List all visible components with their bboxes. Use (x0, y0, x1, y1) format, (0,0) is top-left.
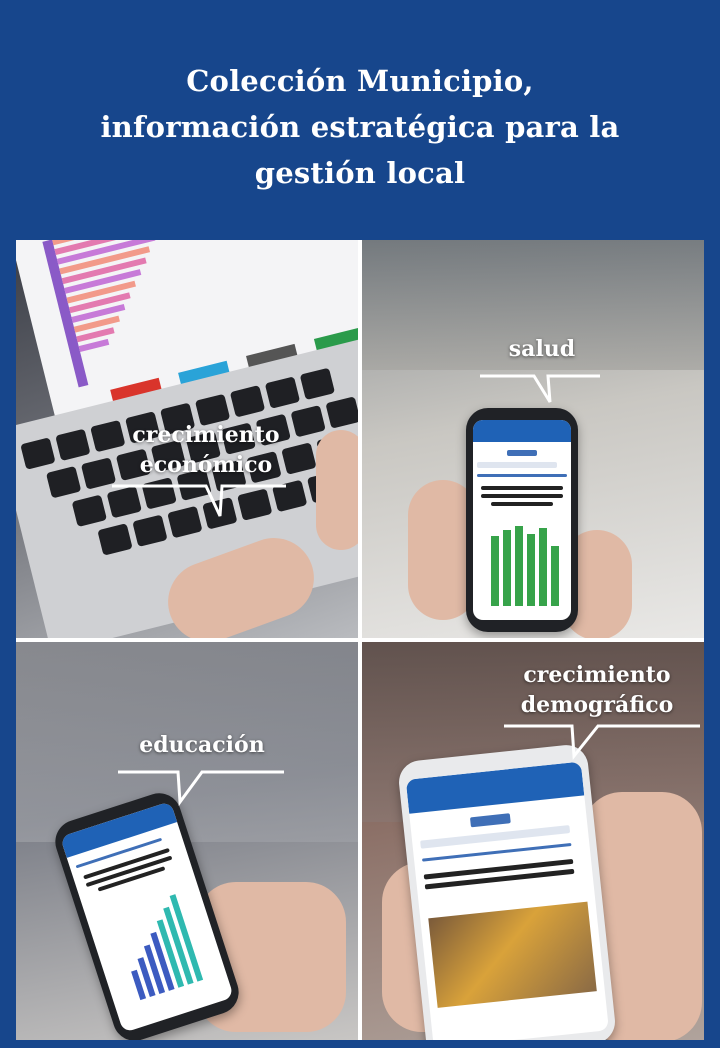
speech-bubble-icon (504, 724, 700, 760)
phone-screen (405, 761, 609, 1040)
key-graphic (71, 494, 108, 528)
label-line: crecimiento (132, 422, 280, 448)
phone-map-graphic (428, 901, 597, 1008)
panel-educacion: educación (16, 642, 358, 1040)
key-graphic (55, 428, 91, 462)
speech-bubble-icon (480, 374, 600, 403)
key-graphic (325, 396, 358, 429)
label-line: económico (139, 452, 273, 478)
panel-crecimiento-demografico: crecimiento demográfico (362, 642, 704, 1040)
chart-bar (491, 536, 499, 606)
key-graphic (229, 385, 266, 418)
key-graphic (20, 437, 56, 470)
panel-salud: salud (362, 240, 704, 638)
chart-bar (515, 526, 523, 606)
phone-screen (473, 420, 571, 620)
title-line-3: gestión local (254, 156, 466, 190)
phone-header-bar (405, 761, 585, 814)
image-grid: crecimiento económico salud educación cr… (16, 240, 704, 1040)
phone-button-graphic (507, 450, 537, 456)
chart-bar (503, 530, 511, 606)
phone-photo (466, 408, 578, 632)
phone-search-graphic (477, 462, 557, 468)
label-crecimiento-economico: crecimiento económico (106, 420, 306, 480)
phone-chart-graphic (489, 516, 559, 606)
panel-crecimiento-economico: crecimiento económico (16, 240, 358, 638)
page-title: Colección Municipio, información estraté… (40, 58, 680, 196)
label-educacion: educación (139, 732, 265, 758)
key-graphic (97, 523, 133, 556)
phone-chart-graphic (106, 882, 213, 1002)
key-graphic (45, 465, 82, 499)
label-salud: salud (508, 336, 576, 362)
phone-text-graphic (481, 486, 563, 490)
phone-button-graphic (469, 813, 511, 828)
speech-bubble-icon (118, 770, 284, 806)
speech-bubble-icon (112, 484, 286, 517)
chart-bar (551, 546, 559, 606)
label-line: demográfico (520, 692, 674, 718)
chart-bar (539, 528, 547, 606)
hand-photo (316, 430, 358, 550)
phone-text-graphic (481, 494, 563, 498)
title-line-1: Colección Municipio, (186, 64, 534, 98)
phone-text-graphic (491, 502, 553, 506)
phone-photo (396, 742, 618, 1040)
key-graphic (299, 367, 336, 401)
label-line: crecimiento (523, 662, 671, 688)
label-crecimiento-demografico: crecimiento demográfico (502, 660, 692, 720)
phone-text-graphic (477, 474, 567, 477)
key-graphic (264, 376, 301, 409)
chart-bar (527, 534, 535, 606)
title-line-2: información estratégica para la (100, 110, 620, 144)
poster: Colección Municipio, información estraté… (0, 0, 720, 1048)
phone-header-bar (473, 420, 571, 442)
